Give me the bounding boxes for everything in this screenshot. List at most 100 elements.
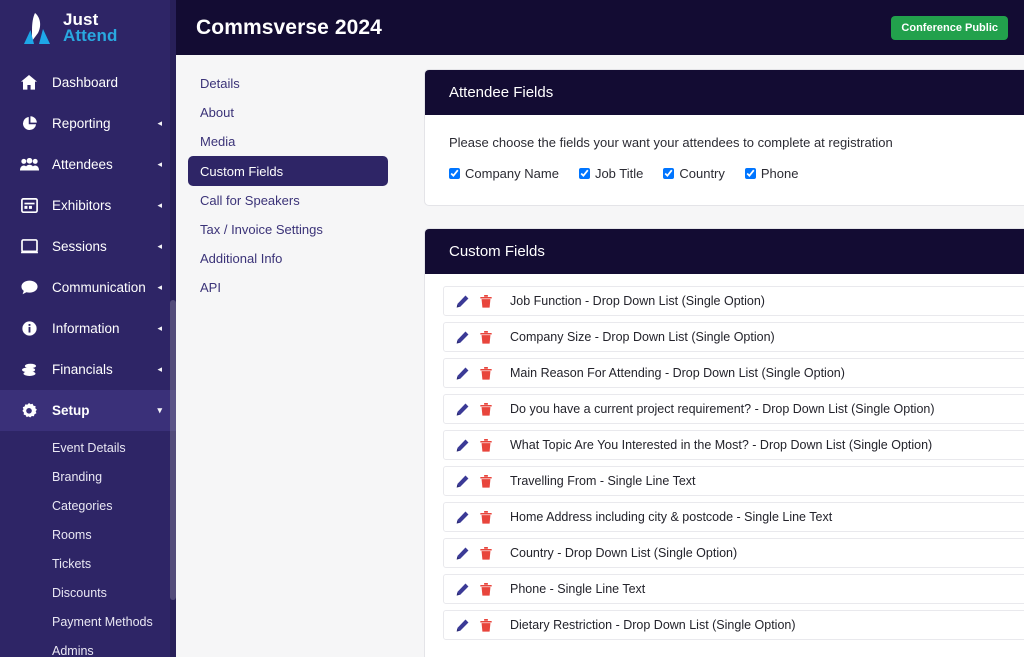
chevron-down-icon: ▾ [157,405,162,415]
subnav-label: Tickets [52,556,92,571]
sidebar-item-financials[interactable]: Financials ◂ [0,349,176,390]
trash-icon[interactable] [478,618,494,632]
trash-icon[interactable] [478,330,494,344]
sidebar-item-information[interactable]: Information ◂ [0,308,176,349]
app-root: Just Attend Dashboard Reporting ◂ Attend… [0,0,1024,657]
section-nav-label: Additional Info [200,251,283,266]
field-row-label: Dietary Restriction - Drop Down List (Si… [510,618,796,632]
sidebar-item-discounts[interactable]: Discounts [0,578,176,607]
field-row-label: Travelling From - Single Line Text [510,474,696,488]
chevron-left-icon: ◂ [157,241,162,251]
attendee-fields-description: Please choose the fields your want your … [449,135,893,150]
pencil-icon[interactable] [454,367,470,380]
presentation-icon [18,239,40,254]
sidebar-item-communication[interactable]: Communication ◂ [0,267,176,308]
sidebar-item-attendees[interactable]: Attendees ◂ [0,144,176,185]
table-row[interactable]: Do you have a current project requiremen… [443,394,1024,424]
trash-icon[interactable] [478,546,494,560]
sidebar-item-admins[interactable]: Admins [0,636,176,657]
attendee-fields-panel: Attendee Fields Please choose the fields… [424,69,1024,206]
sidebar-nav: Dashboard Reporting ◂ Attendees ◂ Exhibi… [0,56,176,657]
table-row[interactable]: Main Reason For Attending - Drop Down Li… [443,358,1024,388]
tab-about[interactable]: About [188,98,388,127]
sidebar-item-label: Exhibitors [52,198,112,213]
sidebar-item-sessions[interactable]: Sessions ◂ [0,226,176,267]
checkbox-phone[interactable]: Phone [744,166,798,181]
chevron-left-icon: ◂ [157,323,162,333]
pencil-icon[interactable] [454,295,470,308]
tab-media[interactable]: Media [188,127,388,156]
table-row[interactable]: Home Address including city & postcode -… [443,502,1024,532]
field-row-label: Country - Drop Down List (Single Option) [510,546,738,560]
home-icon [18,75,40,90]
table-row[interactable]: What Topic Are You Interested in the Mos… [443,430,1024,460]
checkbox-company-name-input[interactable] [449,168,460,179]
field-row-label: Main Reason For Attending - Drop Down Li… [510,366,845,380]
field-row-label: Job Function - Drop Down List (Single Op… [510,294,765,308]
table-row[interactable]: Job Function - Drop Down List (Single Op… [443,286,1024,316]
field-row-label: Phone - Single Line Text [510,582,646,596]
sidebar-item-rooms[interactable]: Rooms [0,520,176,549]
trash-icon[interactable] [478,438,494,452]
trash-icon[interactable] [478,294,494,308]
trash-icon[interactable] [478,402,494,416]
tab-details[interactable]: Details [188,69,388,98]
tab-additional-info[interactable]: Additional Info [188,244,388,273]
tab-custom-fields[interactable]: Custom Fields [188,156,388,186]
sidebar-item-reporting[interactable]: Reporting ◂ [0,103,176,144]
coins-icon [18,362,40,377]
pencil-icon[interactable] [454,547,470,560]
pie-chart-icon [18,116,40,131]
trash-icon[interactable] [478,582,494,596]
pencil-icon[interactable] [454,619,470,632]
trash-icon[interactable] [478,366,494,380]
just-attend-logo-icon [14,11,54,45]
section-nav-label: Custom Fields [200,163,284,179]
sidebar-item-setup[interactable]: Setup ▾ [0,390,176,431]
sidebar-item-tickets[interactable]: Tickets [0,549,176,578]
sidebar-item-dashboard[interactable]: Dashboard [0,62,176,103]
sidebar-item-event-details[interactable]: Event Details [0,433,176,462]
table-row[interactable]: Travelling From - Single Line Text [443,466,1024,496]
sidebar-item-categories[interactable]: Categories [0,491,176,520]
field-row-label: Do you have a current project requiremen… [510,402,935,416]
chevron-left-icon: ◂ [157,159,162,169]
table-row[interactable]: Dietary Restriction - Drop Down List (Si… [443,610,1024,640]
checkbox-job-title-input[interactable] [578,168,590,179]
pencil-icon[interactable] [454,439,470,452]
content-body: Details About Media Custom Fields Call f… [176,55,1024,657]
checkbox-country-input[interactable] [663,168,675,179]
sidebar-item-label: Setup [52,403,90,418]
field-row-label: Home Address including city & postcode -… [510,510,833,524]
sidebar-item-branding[interactable]: Branding [0,462,176,491]
pencil-icon[interactable] [454,583,470,596]
table-row[interactable]: Company Size - Drop Down List (Single Op… [443,322,1024,352]
sidebar-item-label: Financials [52,362,113,377]
top-header: Commsverse 2024 Conference Public [176,0,1024,55]
checkbox-job-title[interactable]: Job Title [578,166,643,181]
section-nav-label: Details [200,76,240,91]
trash-icon[interactable] [478,510,494,524]
checkbox-phone-input[interactable] [744,168,756,179]
brand-logo[interactable]: Just Attend [0,0,176,56]
table-row[interactable]: Phone - Single Line Text [443,574,1024,604]
checkbox-company-name[interactable]: Company Name [449,166,559,181]
section-nav-label: API [200,280,221,295]
pencil-icon[interactable] [454,475,470,488]
info-circle-icon [18,321,40,336]
sidebar-item-payment-methods[interactable]: Payment Methods [0,607,176,636]
tab-api[interactable]: API [188,273,388,302]
chevron-left-icon: ◂ [157,118,162,128]
table-row[interactable]: Country - Drop Down List (Single Option) [443,538,1024,568]
sidebar-item-label: Dashboard [52,75,119,90]
tab-call-for-speakers[interactable]: Call for Speakers [188,186,388,215]
status-badge[interactable]: Conference Public [891,15,1008,40]
trash-icon[interactable] [478,474,494,488]
subnav-label: Discounts [52,585,107,600]
pencil-icon[interactable] [454,511,470,524]
pencil-icon[interactable] [454,331,470,344]
pencil-icon[interactable] [454,403,470,416]
sidebar-item-exhibitors[interactable]: Exhibitors ◂ [0,185,176,226]
checkbox-country[interactable]: Country [663,166,725,181]
tab-tax-invoice-settings[interactable]: Tax / Invoice Settings [188,215,388,244]
